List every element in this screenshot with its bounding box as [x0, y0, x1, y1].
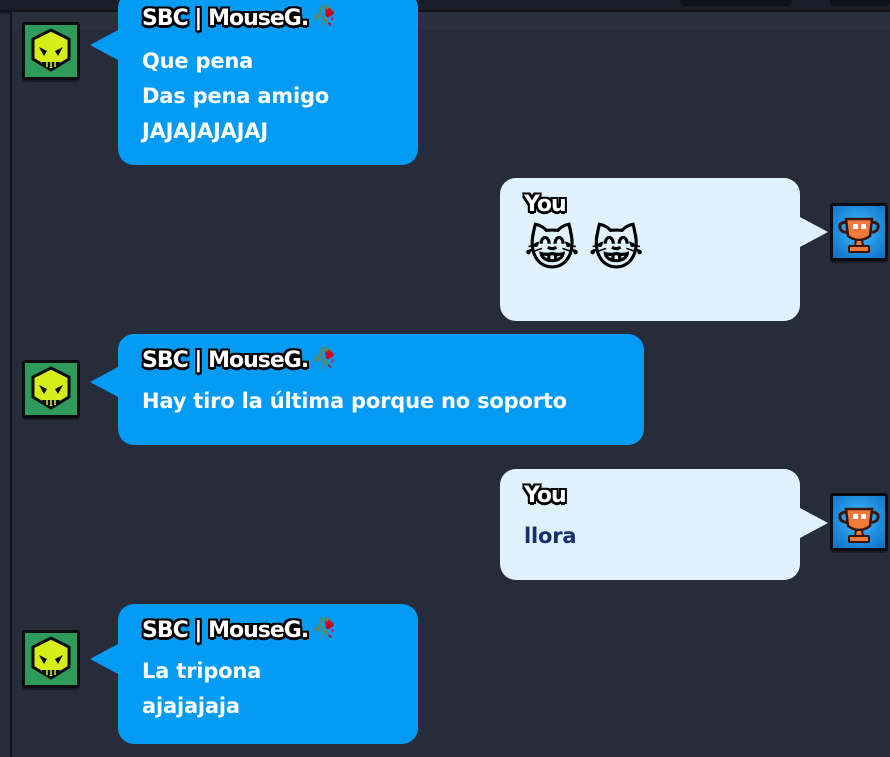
rose-emoji: 🥀 [312, 346, 338, 370]
bubble-tail [90, 367, 118, 397]
contact-avatar[interactable] [22, 22, 80, 80]
trophy-icon [838, 507, 880, 543]
contact-avatar[interactable] [22, 630, 80, 688]
top-tab[interactable] [680, 0, 792, 6]
sender-name: SBC | MouseG. 🥀 [142, 616, 338, 643]
rose-emoji: 🥀 [312, 4, 338, 28]
bubble-tail [90, 30, 118, 60]
rose-emoji: 🥀 [312, 616, 338, 640]
message-text: Que pena [142, 49, 254, 73]
bubble-tail [90, 644, 118, 674]
message-text: JAJAJAJAJAJ [142, 119, 268, 143]
skull-icon [31, 366, 71, 410]
message-bubble[interactable]: SBC | MouseG. 🥀 Hay tiro la última porque… [118, 334, 644, 445]
skull-icon [31, 28, 71, 72]
sender-name: SBC | MouseG. 🥀 [142, 346, 338, 373]
sender-name: You [524, 483, 567, 508]
message-text: Das pena amigo [142, 84, 330, 108]
message-bubble[interactable]: You llora [500, 469, 800, 580]
message-bubble[interactable]: SBC | MouseG. 🥀 Que pena Das pena amigo J… [118, 0, 418, 165]
message-text: La tripona [142, 659, 262, 683]
sender-name: You [524, 192, 567, 217]
top-tab[interactable] [830, 0, 890, 6]
frame-divider [10, 10, 12, 757]
trophy-icon [838, 217, 880, 253]
message-text: Hay tiro la última porque no soporto [142, 389, 567, 413]
message-text: ajajajaja [142, 694, 240, 718]
contact-avatar[interactable] [22, 360, 80, 418]
emoji-message: 😹😹 [524, 221, 653, 277]
skull-icon [31, 636, 71, 680]
message-bubble[interactable]: You 😹😹 [500, 178, 800, 321]
bubble-tail [800, 217, 828, 247]
sender-name: SBC | MouseG. 🥀 [142, 4, 338, 31]
my-avatar[interactable] [830, 493, 888, 551]
my-avatar[interactable] [830, 203, 888, 261]
bubble-tail [800, 508, 828, 538]
message-bubble[interactable]: SBC | MouseG. 🥀 La tripona ajajajaja [118, 604, 418, 744]
message-text: llora [524, 524, 577, 548]
